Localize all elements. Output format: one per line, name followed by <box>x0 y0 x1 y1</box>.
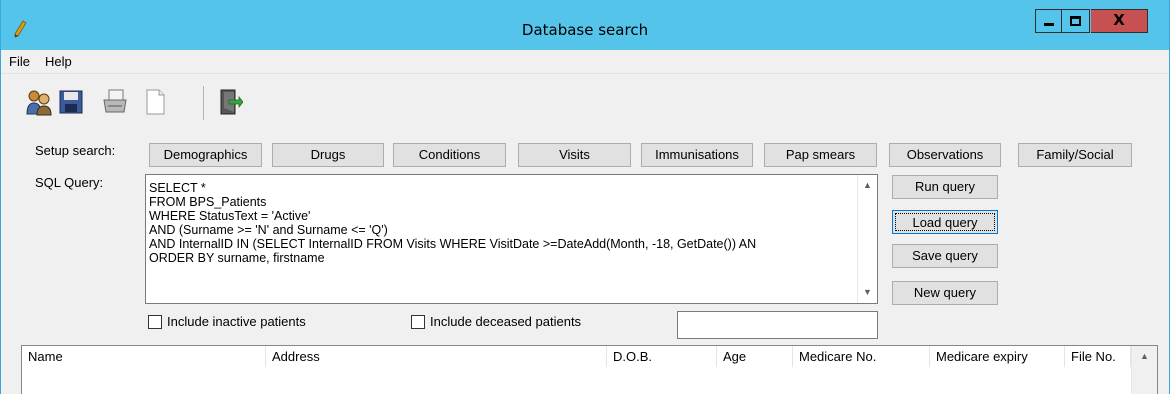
visits-button[interactable]: Visits <box>518 143 631 167</box>
conditions-button[interactable]: Conditions <box>393 143 506 167</box>
run-query-button[interactable]: Run query <box>892 175 998 199</box>
include-deceased-label: Include deceased patients <box>430 314 582 329</box>
sql-query-label: SQL Query: <box>35 175 104 190</box>
status-field[interactable] <box>677 311 878 339</box>
close-button[interactable]: X <box>1091 9 1148 33</box>
window-title: Database search <box>521 21 649 39</box>
results-list[interactable]: Name Address D.O.B. Age Medicare No. Med… <box>21 345 1158 394</box>
drugs-button[interactable]: Drugs <box>272 143 384 167</box>
query-scrollbar[interactable]: ▲ ▼ <box>857 175 877 303</box>
new-query-button[interactable]: New query <box>892 281 998 305</box>
title-bar[interactable]: Database search X <box>1 0 1169 50</box>
maximize-icon <box>1070 16 1081 26</box>
save-icon[interactable] <box>57 88 85 116</box>
scroll-down-icon[interactable]: ▼ <box>858 284 877 301</box>
printer-icon[interactable] <box>101 88 129 116</box>
toolbar-separator <box>203 86 204 120</box>
sql-query-textarea[interactable]: SELECT * FROM BPS_Patients WHERE StatusT… <box>145 174 878 304</box>
scroll-up-icon[interactable]: ▲ <box>1135 348 1154 365</box>
observations-button[interactable]: Observations <box>889 143 1001 167</box>
setup-search-label: Setup search: <box>35 143 116 158</box>
column-header-age[interactable]: Age <box>717 346 793 367</box>
query-line: WHERE StatusText = 'Active' <box>149 209 311 223</box>
column-header-file-no[interactable]: File No. <box>1065 346 1131 367</box>
include-deceased-checkbox[interactable] <box>411 315 425 329</box>
include-inactive-label: Include inactive patients <box>167 314 306 329</box>
menu-help[interactable]: Help <box>45 54 72 69</box>
column-header-name[interactable]: Name <box>22 346 266 367</box>
users-icon[interactable] <box>25 88 53 116</box>
column-header-medicare-no[interactable]: Medicare No. <box>793 346 930 367</box>
query-line: SELECT * <box>149 181 206 195</box>
column-header-address[interactable]: Address <box>266 346 607 367</box>
menu-bar: File Help <box>1 50 1169 72</box>
new-document-icon[interactable] <box>141 88 169 116</box>
close-icon: X <box>1113 11 1125 29</box>
minimize-button[interactable] <box>1035 9 1062 33</box>
column-header-medicare-expiry[interactable]: Medicare expiry <box>930 346 1065 367</box>
query-line: ORDER BY surname, firstname <box>149 251 325 265</box>
family-social-button[interactable]: Family/Social <box>1018 143 1132 167</box>
load-query-label: Load query <box>895 213 995 231</box>
maximize-button[interactable] <box>1062 9 1090 33</box>
exit-icon[interactable] <box>215 88 243 116</box>
column-header-dob[interactable]: D.O.B. <box>607 346 717 367</box>
load-query-button[interactable]: Load query <box>892 210 998 234</box>
query-line: AND (Surname >= 'N' and Surname <= 'Q') <box>149 223 388 237</box>
menu-file[interactable]: File <box>9 54 30 69</box>
minimize-icon <box>1044 23 1054 26</box>
database-search-window: Database search X File Help Setup search… <box>0 0 1170 394</box>
include-inactive-checkbox[interactable] <box>148 315 162 329</box>
save-query-button[interactable]: Save query <box>892 244 998 268</box>
query-line: AND InternalID IN (SELECT InternalID FRO… <box>149 237 757 251</box>
list-header: Name Address D.O.B. Age Medicare No. Med… <box>22 346 1131 367</box>
toolbar <box>1 73 1169 129</box>
query-line: FROM BPS_Patients <box>149 195 267 209</box>
pap-smears-button[interactable]: Pap smears <box>764 143 877 167</box>
immunisations-button[interactable]: Immunisations <box>641 143 753 167</box>
results-scrollbar[interactable]: ▲ <box>1131 346 1157 394</box>
scroll-up-icon[interactable]: ▲ <box>858 177 877 194</box>
demographics-button[interactable]: Demographics <box>149 143 262 167</box>
